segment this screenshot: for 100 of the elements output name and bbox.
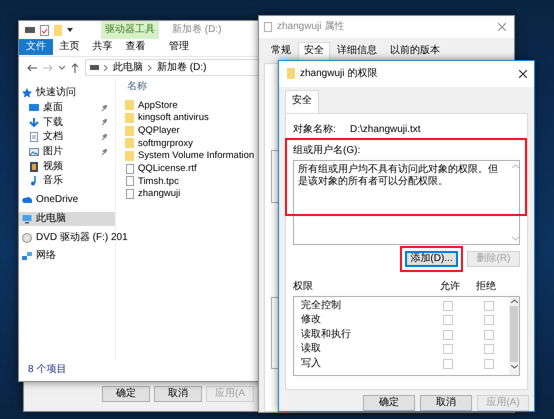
ribbon-tab[interactable]: 管理 (156, 39, 202, 55)
chevron-down-icon[interactable] (59, 66, 65, 70)
film-icon (29, 162, 39, 172)
nav-item[interactable]: 文档 (19, 130, 115, 145)
forward-arrow-icon[interactable] (43, 64, 53, 72)
nav-label: 快速访问 (36, 87, 76, 100)
checkbox[interactable] (442, 344, 452, 354)
column-header[interactable]: 名称 (127, 81, 147, 96)
nav-label: 文档 (43, 131, 63, 144)
permission-name: 写入 (301, 358, 322, 370)
chevron-right-icon[interactable] (148, 64, 152, 70)
ribbon-tab[interactable]: 共享 (86, 39, 119, 55)
permission-name: 读取和执行 (301, 328, 352, 341)
permission-list-box[interactable]: 完全控制 修改 读取和执行 读取 写入 (293, 296, 520, 376)
picture-icon (29, 147, 39, 158)
folder-icon[interactable] (54, 24, 62, 36)
chevron-right-icon[interactable] (104, 64, 108, 70)
column-header: 允许 (440, 280, 461, 294)
nav-label: 音乐 (43, 175, 63, 188)
tab[interactable]: 详细信息 (331, 42, 383, 63)
nav-label: 此电脑 (36, 212, 66, 225)
back-arrow-icon[interactable] (27, 64, 37, 72)
file-name[interactable]: System Volume Information (138, 150, 254, 162)
dialog-button[interactable]: 确定 (363, 395, 415, 411)
nav-item[interactable]: 下载 (19, 115, 115, 130)
network-icon (22, 251, 32, 262)
dialog-button[interactable]: 取消 (154, 386, 202, 402)
nav-item[interactable]: OneDrive (19, 192, 115, 208)
nav-label: DVD 驱动器 (F:) 201 (36, 232, 128, 244)
dialog-button[interactable]: 取消 (420, 395, 472, 411)
close-icon[interactable] (519, 70, 527, 78)
nav-item[interactable]: 网络 (19, 248, 115, 264)
status-text: 8 个项目 (28, 364, 66, 375)
dialog-button[interactable]: 确定 (102, 386, 150, 402)
permission-name: 修改 (301, 314, 322, 326)
nav-label: 网络 (36, 250, 56, 262)
scroll-up-icon[interactable] (510, 298, 518, 303)
file-icon (125, 176, 134, 186)
window-title: 新加卷 (D:) (172, 24, 222, 36)
scrollbar[interactable] (509, 296, 519, 375)
checkbox[interactable] (484, 300, 494, 311)
tab[interactable]: 以前的版本 (384, 42, 446, 63)
group-list-label: 组或用户名(G): (293, 144, 362, 158)
file-name[interactable]: Timsh.tpc (138, 176, 179, 188)
window-title: zhangwuji 属性 (277, 21, 344, 33)
breadcrumb-item[interactable]: 此电脑 (113, 62, 143, 74)
nav-item[interactable]: 视频 (19, 159, 115, 174)
computer-icon (22, 214, 32, 224)
nav-item[interactable]: 音乐 (19, 174, 115, 189)
folder-icon (125, 100, 134, 110)
object-name-value: D:\zhangwuji.txt (350, 124, 421, 137)
folder-icon (125, 138, 134, 148)
file-name[interactable]: softmgrproxy (138, 138, 193, 150)
nav-item[interactable]: DVD 驱动器 (F:) 201 (19, 230, 130, 245)
file-icon (125, 164, 134, 174)
permission-name: 读取 (301, 343, 322, 356)
file-name[interactable]: kingsoft antivirus (138, 112, 209, 124)
checkbox[interactable] (484, 358, 494, 369)
dropdown-icon[interactable] (67, 28, 73, 32)
disc-icon (22, 232, 32, 243)
file-name[interactable]: zhangwuji (138, 188, 180, 200)
properties-icon[interactable] (40, 24, 49, 36)
file-name[interactable]: QQPlayer (138, 125, 180, 136)
permission-name: 完全控制 (301, 300, 342, 312)
checkbox[interactable] (442, 330, 452, 340)
pin-icon[interactable] (101, 104, 107, 112)
nav-item[interactable]: 图片 (19, 144, 115, 160)
pin-icon[interactable] (101, 134, 107, 141)
nav-label: OneDrive (36, 194, 78, 206)
cloud-icon (22, 195, 32, 206)
file-name[interactable]: AppStore (138, 100, 178, 112)
nav-label: 视频 (43, 160, 63, 173)
nav-item[interactable]: 快速访问 (19, 86, 115, 101)
checkbox[interactable] (442, 315, 452, 326)
window-title: zhangwuji 的权限 (300, 68, 378, 80)
checkbox[interactable] (484, 330, 494, 340)
nav-label: 下载 (43, 116, 63, 129)
up-arrow-icon[interactable] (71, 62, 79, 72)
checkbox[interactable] (442, 300, 452, 311)
scroll-down-icon[interactable] (510, 364, 518, 369)
pin-icon[interactable] (101, 148, 107, 156)
nav-item[interactable]: 桌面 (19, 100, 115, 116)
star-icon (22, 88, 32, 98)
checkbox[interactable] (484, 315, 494, 326)
ribbon-tab[interactable]: 主页 (53, 39, 86, 55)
drive-icon (90, 65, 99, 70)
checkbox[interactable] (484, 344, 494, 354)
ribbon-tab[interactable]: 查看 (119, 39, 152, 55)
document-icon (29, 132, 39, 142)
checkbox[interactable] (442, 358, 452, 369)
file-icon (125, 189, 134, 200)
column-header: 拒绝 (476, 280, 497, 294)
down-arrow-icon (29, 118, 39, 128)
file-name[interactable]: QQLicense.rtf (138, 163, 197, 174)
nav-label: 图片 (43, 146, 63, 158)
breadcrumb-item[interactable]: 新加卷 (D:) (157, 62, 206, 74)
security-tab[interactable]: 安全 (285, 90, 319, 114)
pin-icon[interactable] (101, 119, 107, 126)
nav-item[interactable]: 此电脑 (19, 212, 115, 226)
music-note-icon (29, 176, 39, 186)
